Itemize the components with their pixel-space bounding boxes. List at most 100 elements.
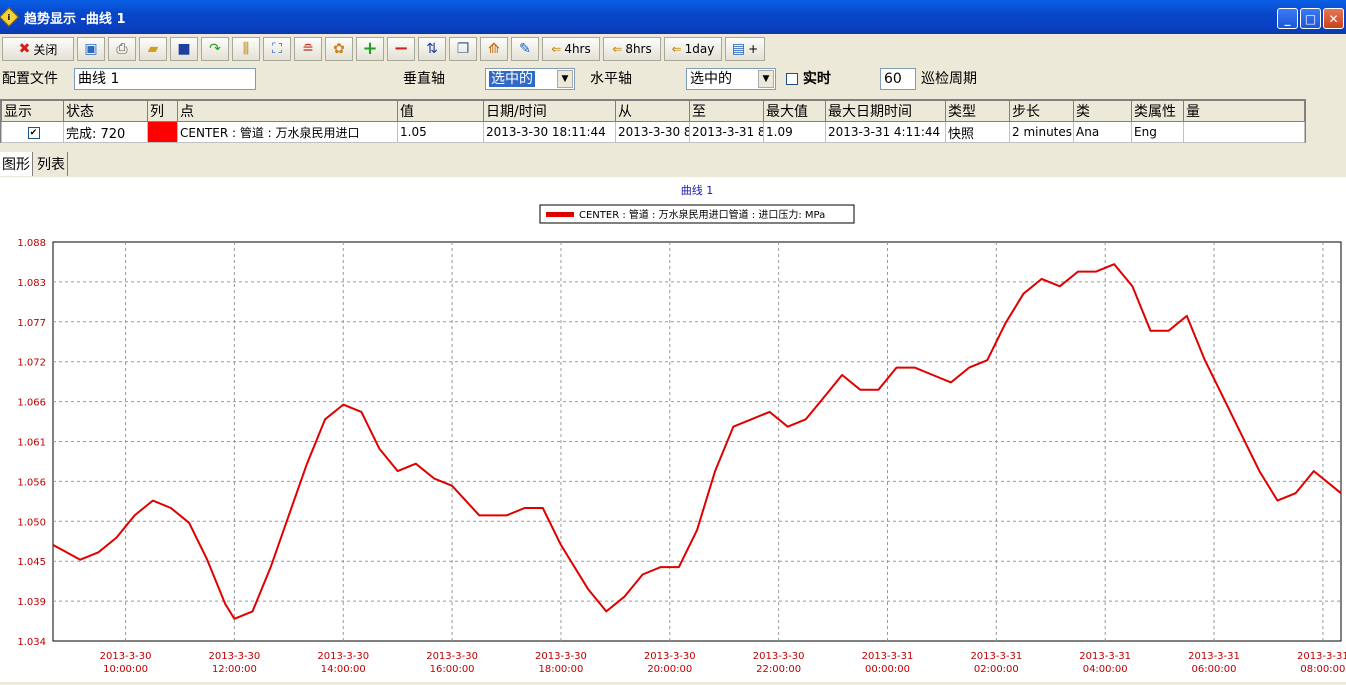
show-cell[interactable]: ✔ — [1, 121, 64, 143]
picture-button[interactable]: ▣ — [77, 37, 105, 61]
y-tick-label: 1.061 — [17, 438, 46, 449]
vertical-axis-select[interactable]: 选中的 ▼ — [485, 68, 575, 90]
config-file-input[interactable]: 曲线 1 — [74, 68, 256, 90]
col-header[interactable]: 至 — [689, 100, 764, 122]
color-swatch[interactable] — [148, 122, 177, 142]
from-cell: 2013-3-30 8 — [615, 121, 690, 143]
chart-area: 曲线 1 CENTER : 管道 : 万水泉民用进口管道 : 进口压力: MPa 1… — [0, 177, 1346, 682]
col-header[interactable]: 类型 — [945, 100, 1010, 122]
horizontal-axis-select[interactable]: 选中的 ▼ — [686, 68, 776, 90]
col-header[interactable]: 步长 — [1009, 100, 1074, 122]
x-tick-date: 2013-3-30 — [644, 651, 696, 662]
tab-list[interactable]: 列表 — [33, 152, 68, 176]
chart-icon: ⟰ — [488, 41, 500, 57]
bars-button[interactable]: ⫼ — [232, 37, 260, 61]
sort-button[interactable]: ⇅ — [418, 37, 446, 61]
y-tick-label: 1.034 — [17, 637, 46, 648]
palette-icon: ✿ — [333, 41, 345, 57]
chart-button[interactable]: ⟰ — [480, 37, 508, 61]
col-header[interactable]: 类 — [1073, 100, 1132, 122]
folder-icon: ▰ — [147, 41, 159, 57]
maximize-button[interactable]: □ — [1300, 8, 1321, 29]
remove-button[interactable]: − — [387, 37, 415, 61]
align-icon: ≘ — [302, 41, 314, 57]
config-row: 配置文件 曲线 1 垂直轴 选中的 ▼ 水平轴 选中的 ▼ 实时 60 巡检周期 — [0, 66, 1346, 92]
x-tick-date: 2013-3-31 — [862, 651, 914, 662]
col-header[interactable]: 从 — [615, 100, 690, 122]
point-cell: CENTER : 管道 : 万水泉民用进口 — [177, 121, 398, 143]
fit-button[interactable]: ⛶ — [263, 37, 291, 61]
x-tick-time: 02:00:00 — [974, 664, 1019, 675]
align-button[interactable]: ≘ — [294, 37, 322, 61]
x-tick-date: 2013-3-31 — [970, 651, 1022, 662]
window-icon: ▤ — [731, 41, 746, 57]
tab-graph[interactable]: 图形 — [0, 152, 33, 176]
max-datetime-cell: 2013-3-31 4:11:44 — [825, 121, 946, 143]
save-button[interactable]: ■ — [170, 37, 198, 61]
open-button[interactable]: ▰ — [139, 37, 167, 61]
show-checkbox[interactable]: ✔ — [27, 126, 40, 139]
points-grid: 显示 状态 列 点 值 日期/时间 从 至 最大值 最大日期时间 类型 步长 类… — [0, 99, 1306, 143]
sort-icon: ⇅ — [426, 41, 438, 57]
col-header[interactable]: 状态 — [63, 100, 148, 122]
y-tick-label: 1.072 — [17, 358, 46, 369]
x-tick-time: 16:00:00 — [430, 664, 475, 675]
y-tick-label: 1.050 — [17, 517, 46, 528]
col-header[interactable]: 值 — [397, 100, 484, 122]
col-header[interactable]: 日期/时间 — [483, 100, 616, 122]
pencil-icon: ✎ — [519, 41, 531, 57]
x-tick-time: 08:00:00 — [1300, 664, 1345, 675]
dropdown-arrow-icon[interactable]: ▼ — [758, 70, 774, 88]
col-header[interactable]: 类属性 — [1131, 100, 1184, 122]
dropdown-arrow-icon[interactable]: ▼ — [557, 70, 573, 88]
arrow-redo-icon: ↷ — [209, 41, 221, 57]
minimize-button[interactable]: _ — [1277, 8, 1298, 29]
add-button[interactable]: + — [356, 37, 384, 61]
range-1day-button[interactable]: ⇐ 1day — [664, 37, 722, 61]
save-icon: ■ — [177, 41, 191, 57]
edit-button[interactable]: ✎ — [511, 37, 539, 61]
col-header[interactable]: 显示 — [1, 100, 64, 122]
grid-header: 显示 状态 列 点 值 日期/时间 从 至 最大值 最大日期时间 类型 步长 类… — [1, 100, 1305, 122]
y-tick-label: 1.088 — [17, 238, 46, 249]
horizontal-axis-label: 水平轴 — [590, 71, 632, 87]
chart-title: 曲线 1 — [681, 183, 714, 197]
close-button[interactable]: ✖ 关闭 — [2, 37, 74, 61]
print-button[interactable]: ⎙ — [108, 37, 136, 61]
col-header[interactable]: 点 — [177, 100, 398, 122]
range-8hrs-button[interactable]: ⇐ 8hrs — [603, 37, 661, 61]
max-cell: 1.09 — [763, 121, 826, 143]
col-header[interactable]: 列 — [147, 100, 178, 122]
table-row[interactable]: ✔ 完成: 720 CENTER : 管道 : 万水泉民用进口 1.05 201… — [1, 121, 1305, 143]
window-add-button[interactable]: ▤ + — [725, 37, 765, 61]
x-tick-time: 22:00:00 — [756, 664, 801, 675]
vertical-axis-label: 垂直轴 — [403, 71, 445, 87]
x-tick-time: 14:00:00 — [321, 664, 366, 675]
palette-button[interactable]: ✿ — [325, 37, 353, 61]
color-cell[interactable] — [147, 121, 178, 143]
x-tick-time: 04:00:00 — [1083, 664, 1128, 675]
col-header[interactable]: 最大日期时间 — [825, 100, 946, 122]
picture-icon: ▣ — [84, 41, 98, 57]
window-controls: _ □ ✕ — [1277, 8, 1344, 29]
datetime-cell: 2013-3-30 18:11:44 — [483, 121, 616, 143]
col-header[interactable]: 量 — [1183, 100, 1305, 122]
bars-icon: ⫼ — [242, 41, 250, 57]
col-header[interactable]: 最大值 — [763, 100, 826, 122]
y-tick-label: 1.066 — [17, 398, 46, 409]
realtime-checkbox[interactable] — [786, 73, 798, 85]
period-input[interactable]: 60 — [880, 68, 916, 90]
close-window-button[interactable]: ✕ — [1323, 8, 1344, 29]
realtime-toggle[interactable]: 实时 — [786, 68, 831, 90]
y-tick-label: 1.039 — [17, 597, 46, 608]
step-cell: 2 minutes — [1009, 121, 1074, 143]
x-tick-time: 12:00:00 — [212, 664, 257, 675]
x-tick-time: 06:00:00 — [1192, 664, 1237, 675]
range-4hrs-button[interactable]: ⇐ 4hrs — [542, 37, 600, 61]
config-file-label: 配置文件 — [2, 71, 58, 87]
redo-button[interactable]: ↷ — [201, 37, 229, 61]
x-tick-date: 2013-3-30 — [426, 651, 478, 662]
copy-button[interactable]: ❐ — [449, 37, 477, 61]
fit-icon: ⛶ — [272, 41, 282, 57]
status-cell: 完成: 720 — [63, 121, 148, 143]
